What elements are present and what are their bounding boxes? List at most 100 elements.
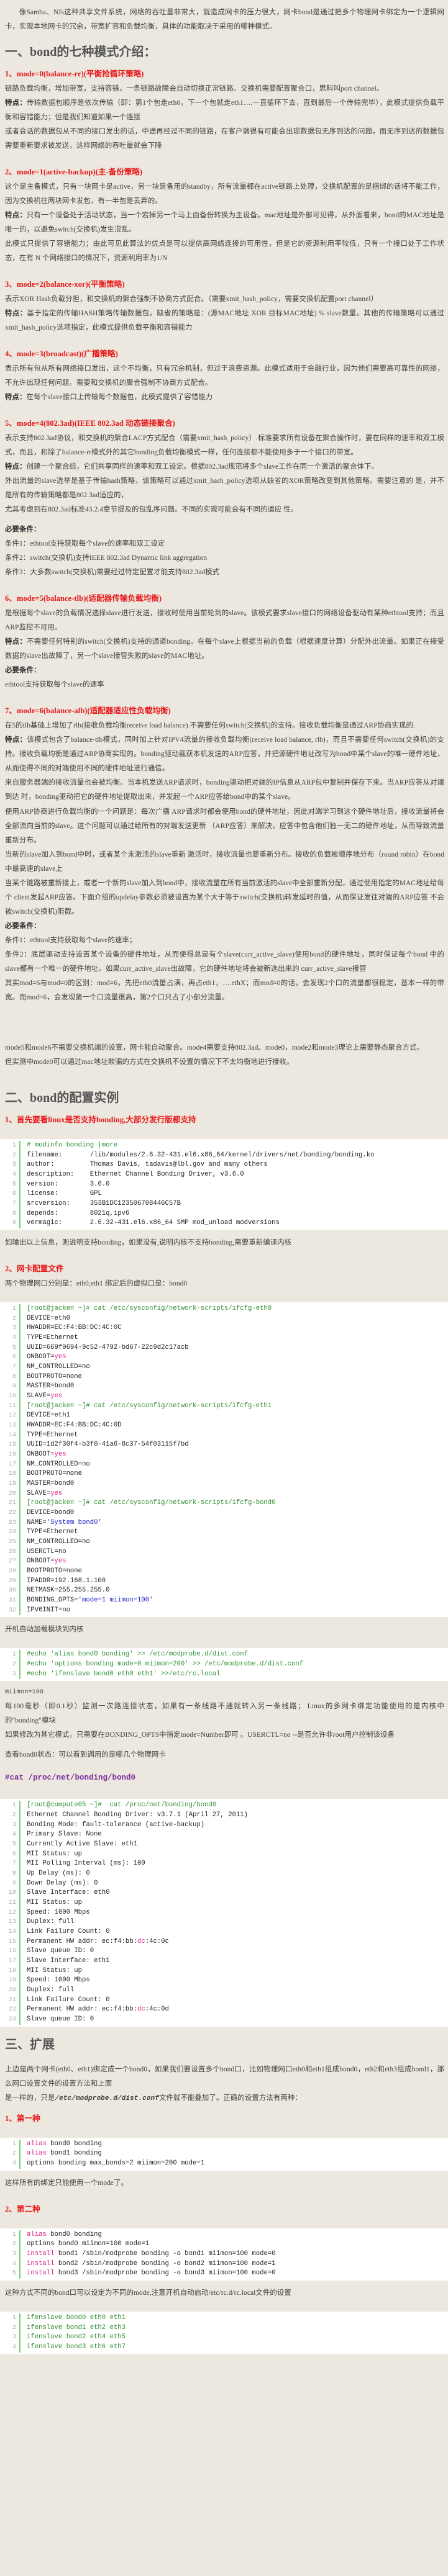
line-number: 3 xyxy=(0,1820,21,1831)
code-line: 14 TYPE=Ethernet xyxy=(0,1430,448,1441)
gap xyxy=(0,2191,448,2196)
code-body: 1 [root@compute05 ~]# cat /proc/net/bondi… xyxy=(0,1801,448,2025)
code-line: 2 filename: /lib/modules/2.6.32-431.el6.x… xyxy=(0,1150,448,1161)
code-line: 4 ifenslave bond3 eth6 eth7 xyxy=(0,2343,448,2353)
gap xyxy=(0,1788,448,1793)
para-pre: 是一样的，只是 xyxy=(5,2094,55,2102)
code-text: Link Failure Count: 0 xyxy=(27,1927,110,1935)
code-text: [root@jacken ~]# cat /etc/sysconfig/netw… xyxy=(27,1402,272,1410)
feature-text: 不需要任何特别的switch(交换机)支持的通道bonding。在每个slave… xyxy=(5,638,445,660)
code-text: ONBOOT=yes xyxy=(27,1557,66,1565)
code-block-method-one[interactable]: 1 alias bond0 bonding 2 alias bond1 bonding… xyxy=(0,2137,448,2171)
code-line: 2 #echo 'options bonding mode=0 miimon=20… xyxy=(0,1660,448,1670)
section-2-note-2: 两个物理网口分别是：eth0,eth1 绑定后的虚拟口是：bond0 xyxy=(5,1279,188,1287)
section-2-note-4: miimon=100 xyxy=(5,1689,44,1696)
line-number: 2 xyxy=(0,1313,21,1324)
code-line: 27 ONBOOT=yes xyxy=(0,1557,448,1567)
mode-6-after-2: 使用ARP协商进行负载均衡的一个问题是：每次广播 ARP请求时都会使用bond的… xyxy=(5,808,444,844)
code-text: TYPE=Ethernet xyxy=(27,1528,78,1536)
line-number: 32 xyxy=(0,1605,21,1616)
line-number: 8 xyxy=(0,1372,21,1382)
code-line: 3 #echo 'ifenslave bond0 eth0 eth1' >>/et… xyxy=(0,1669,448,1680)
feature-label: 特点： xyxy=(5,99,27,107)
gap xyxy=(0,1250,448,1256)
line-number: 18 xyxy=(0,1966,21,1976)
section-2-title: 二、bond的配置实例 xyxy=(5,1091,119,1106)
code-line: 17 NM_CONTROLLED=no xyxy=(0,1459,448,1470)
code-block-modinfo[interactable]: 1 # modinfo bonding |more 2 filename: /lib/… xyxy=(0,1138,448,1230)
line-number: 7 xyxy=(0,1199,21,1209)
line-number: 18 xyxy=(0,1469,21,1479)
code-block-modprobe[interactable]: 1 #echo 'alias bond0 bonding' >> /etc/mod… xyxy=(0,1648,448,1682)
mode-5-req-1: ethtool支持获取每个slave的速率 xyxy=(5,681,104,689)
code-text: MII Polling Interval (ms): 100 xyxy=(27,1860,145,1868)
code-block-ifenslave[interactable]: 1 ifenslave bond0 eth0 eth1 2 ifenslave bon… xyxy=(0,2312,448,2354)
code-line: 23 Slave queue ID: 0 xyxy=(0,2014,448,2025)
code-text: ONBOOT=yes xyxy=(27,1353,66,1361)
code-block-bond0-status[interactable]: 1 [root@compute05 ~]# cat /proc/net/bondi… xyxy=(0,1799,448,2027)
code-line: 11 MII Status: up xyxy=(0,1898,448,1908)
code-text: Link Failure Count: 0 xyxy=(27,1996,110,2004)
section-3-para-2: 是一样的，只是/etc/modprobe.d/dist.conf文件就不能叠加了… xyxy=(0,2091,448,2105)
code-text: Primary Slave: None xyxy=(27,1831,102,1839)
code-line: 3 HWADDR=EC:F4:BB:DC:4C:0C xyxy=(0,1323,448,1333)
feature-label: 特点： xyxy=(5,638,27,646)
code-body: 1 [root@jacken ~]# cat /etc/sysconfig/net… xyxy=(0,1304,448,1616)
mode-4-after-2: 尤其考虑到在802.3ad标准43.2.4章节提及的包乱序问题。不同的实现可能会… xyxy=(5,506,298,514)
code-line: 16 ONBOOT=yes xyxy=(0,1449,448,1460)
feature-label: 特点： xyxy=(5,463,27,471)
line-number: 10 xyxy=(0,1888,21,1898)
line-number: 20 xyxy=(0,1488,21,1499)
line-number: 8 xyxy=(0,1209,21,1219)
code-line: 15 UUID=1d2f30f4-b3f0-41a6-8c37-54f03115f… xyxy=(0,1440,448,1450)
code-line: 4 install bond2 /sbin/modprobe bonding -o… xyxy=(0,2259,448,2269)
gap xyxy=(0,517,448,523)
code-text: install bond3 /sbin/modprobe bonding -o … xyxy=(27,2269,276,2277)
section-3-sub-2: 2、第二种 xyxy=(5,2204,40,2213)
gap xyxy=(0,2057,448,2063)
mode-4-heading: 5、mode=4(802.3ad)(IEEE 802.3ad 动态链接聚合) xyxy=(5,419,175,428)
code-block-method-two[interactable]: 1 alias bond0 bonding 2 options bond0 miimo… xyxy=(0,2228,448,2281)
gap xyxy=(0,580,448,585)
code-line: 6 license: GPL xyxy=(0,1189,448,1199)
code-text: BOOTPROTO=none xyxy=(27,1567,83,1575)
code-text: BOOTPROTO=none xyxy=(27,1470,83,1478)
mode-4-req-label: 必要条件： xyxy=(0,523,448,537)
para-post: 文件就不能叠加了。正确的设置方法有两种： xyxy=(158,2094,302,2102)
code-text: vermagic: 2.6.32-431.el6.x86_64 SMP mod_… xyxy=(27,1219,280,1227)
code-line: 23 NAME='System bond0' xyxy=(0,1518,448,1528)
mode-6-req-label: 必要条件： xyxy=(0,919,448,934)
feature-text: 基于指定的传输HASH策略传输数据包。缺省的策略是：(源MAC地址 XOR 目标… xyxy=(5,310,444,332)
code-line: 1 ifenslave bond0 eth0 eth1 xyxy=(0,2313,448,2323)
line-number: 3 xyxy=(0,2249,21,2259)
code-text: UUID=1d2f30f4-b3f0-41a6-8c37-54f03115f7b… xyxy=(27,1441,189,1449)
code-text: MII Status: up xyxy=(27,1966,83,1975)
code-block-ifcfg[interactable]: 1 [root@jacken ~]# cat /etc/sysconfig/net… xyxy=(0,1302,448,1618)
code-line: 21 Link Failure Count: 0 xyxy=(0,1995,448,2006)
code-text: version: 3.6.0 xyxy=(27,1180,110,1188)
line-number: 17 xyxy=(0,1459,21,1470)
code-text: SLAVE=yes xyxy=(27,1392,63,1400)
code-text: Speed: 1000 Mbps xyxy=(27,1976,90,1984)
code-text: license: GPL xyxy=(27,1190,102,1198)
code-text: USERCTL=no xyxy=(27,1547,66,1556)
code-line: 4 Primary Slave: None xyxy=(0,1830,448,1840)
code-line: 11 [root@jacken ~]# cat /etc/sysconfig/ne… xyxy=(0,1401,448,1412)
line-number: 30 xyxy=(0,1586,21,1596)
code-line: 7 MII Polling Interval (ms): 100 xyxy=(0,1859,448,1869)
mode-0-heading: 1、mode=0(balance-rr)(平衡抢循环策略) xyxy=(5,70,144,79)
gap xyxy=(0,2127,448,2132)
code-line: 2 alias bond1 bonding xyxy=(0,2149,448,2159)
code-line: 20 Duplex: full xyxy=(0,1985,448,1996)
line-number: 15 xyxy=(0,1937,21,1947)
code-text: ifenslave bond0 eth0 eth1 xyxy=(27,2314,126,2322)
code-text: IPADDR=192.168.1.100 xyxy=(27,1577,106,1585)
code-text: Currently Active Slave: eth1 xyxy=(27,1840,138,1848)
line-number: 23 xyxy=(0,1518,21,1528)
code-line: 18 BOOTPROTO=none xyxy=(0,1469,448,1479)
code-body: 1 ifenslave bond0 eth0 eth1 2 ifenslave bon… xyxy=(0,2313,448,2353)
feature-text: 该模式包含了balance-tlb模式，同时加上针对IPV4流量的接收负载均衡(… xyxy=(5,736,444,773)
bottom-spacer xyxy=(0,2360,448,2366)
line-number: 1 xyxy=(0,1304,21,1314)
code-line: 22 Permanent HW addr: ec:f4:bb:dc:4c:0d xyxy=(0,2005,448,2015)
